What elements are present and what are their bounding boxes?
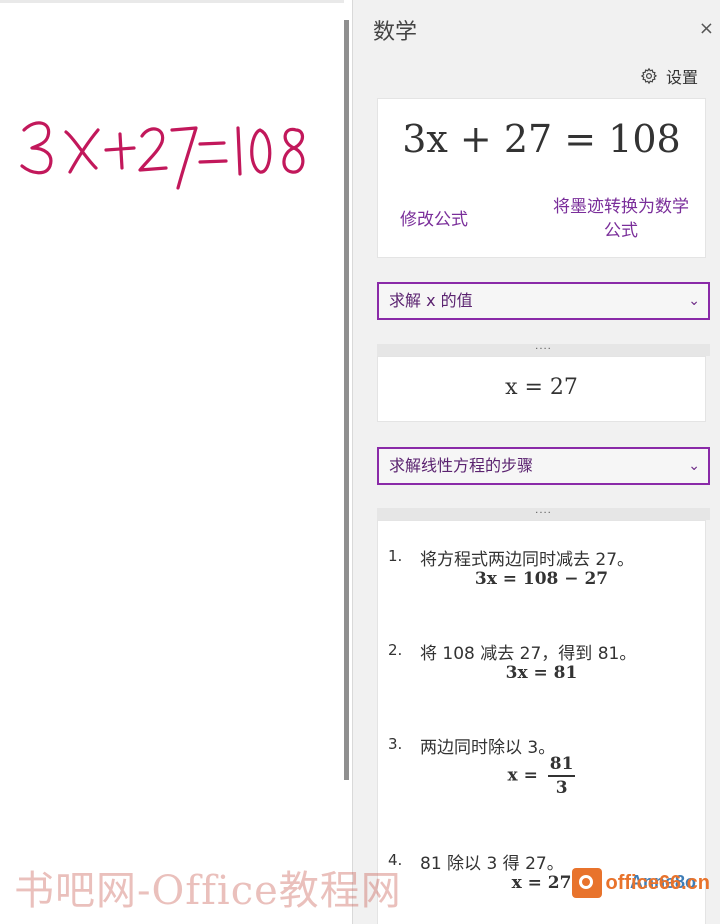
fraction: 81 3 — [547, 753, 576, 799]
office-logo-icon — [571, 868, 602, 898]
watermark-text: 书吧网-Office教程网 — [14, 868, 402, 914]
action-select-value: 求解 x 的值 — [389, 291, 473, 310]
step-math-fraction: x = 81 3 — [388, 753, 695, 799]
handwritten-equation — [20, 121, 305, 190]
step-text: 将方程式两边同时减去 27。 — [420, 550, 635, 570]
close-icon[interactable]: × — [699, 18, 714, 39]
settings-label: 设置 — [665, 68, 698, 87]
chevron-down-icon: ⌄ — [688, 293, 700, 309]
steps-select-value: 求解线性方程的步骤 — [389, 456, 534, 475]
step-number: 1. — [388, 547, 403, 565]
fraction-numerator: 81 — [547, 753, 576, 777]
step-math: 3x = 108 − 27 — [474, 569, 609, 589]
step-text: 将 108 减去 27，得到 81。 — [420, 644, 637, 664]
step-number: 3. — [388, 735, 403, 753]
steps-card: 1. 将方程式两边同时减去 27。 3x = 108 − 27 2. 将 108… — [377, 520, 706, 924]
convert-ink-link[interactable]: 将墨迹转换为数学公式 — [553, 195, 689, 243]
fraction-lhs: x = — [507, 765, 538, 786]
step-number: 2. — [388, 641, 403, 659]
chevron-down-icon: ⌄ — [688, 458, 700, 474]
settings-button[interactable]: 设置 — [640, 64, 698, 88]
steps-select[interactable]: 求解线性方程的步骤 ⌄ — [377, 447, 710, 485]
equation-card: 3x + 27 = 108 修改公式 将墨迹转换为数学公式 — [377, 98, 706, 258]
result-card: x = 27 — [377, 356, 706, 422]
action-select[interactable]: 求解 x 的值 ⌄ — [377, 282, 710, 320]
math-pane: 数学 × 设置 3x + 27 = 108 修改公式 将墨迹转换为数学公式 求解… — [353, 0, 720, 924]
fraction-denominator: 3 — [555, 778, 568, 798]
result-value: x = 27 — [505, 375, 578, 400]
watermark-logo: office66.cn — [571, 868, 710, 898]
gear-icon — [640, 67, 658, 85]
step-text: 81 除以 3 得 27。 — [420, 854, 564, 874]
watermark-site: office66.cn — [605, 871, 710, 894]
edit-equation-link[interactable]: 修改公式 — [400, 205, 468, 230]
pane-title: 数学 — [373, 20, 418, 45]
ink-canvas[interactable] — [0, 0, 344, 924]
steps-drag-handle[interactable]: .... — [377, 506, 710, 520]
step-math: 3x = 81 — [505, 663, 578, 683]
equation-display: 3x + 27 = 108 — [402, 117, 681, 161]
canvas-scrollbar[interactable] — [344, 20, 349, 780]
canvas-top-border — [0, 0, 344, 3]
result-drag-handle[interactable]: .... — [377, 342, 710, 356]
